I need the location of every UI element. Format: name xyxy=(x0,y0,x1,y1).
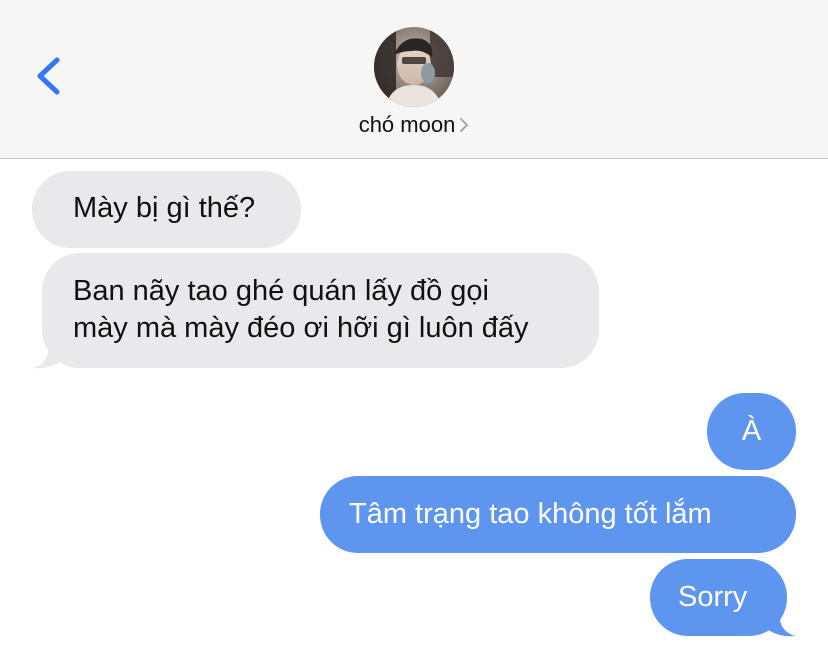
avatar-photo xyxy=(374,27,454,107)
sent-message[interactable]: À xyxy=(707,393,796,470)
chevron-left-icon xyxy=(37,57,60,95)
message-text-line: Ban nãy tao ghé quán lấy đồ gọi xyxy=(73,275,489,307)
message-text: Sorry xyxy=(678,581,748,613)
message-text: À xyxy=(741,415,762,447)
sent-bubble-tail xyxy=(762,598,795,637)
sent-message[interactable]: Tâm trạng tao không tốt lắm xyxy=(320,476,796,553)
chevron-right-icon xyxy=(459,113,469,139)
message-text: Tâm trạng tao không tốt lắm xyxy=(349,498,712,530)
message-text-line: mày mà mày đéo ơi hỡi gì luôn đấy xyxy=(73,312,529,344)
back-button[interactable] xyxy=(30,52,70,100)
chat-screen: chó moon Mày bị gì thế? Ban nãy tao ghé … xyxy=(0,0,828,650)
chat-header: chó moon xyxy=(0,0,828,159)
avatar[interactable] xyxy=(374,27,454,107)
received-bubble-tail xyxy=(33,330,66,369)
contact-name: chó moon xyxy=(358,112,456,137)
received-message[interactable]: Ban nãy tao ghé quán lấy đồ gọi mày mà m… xyxy=(42,253,599,368)
message-text: Mày bị gì thế? xyxy=(73,192,256,224)
received-message[interactable]: Mày bị gì thế? xyxy=(32,171,301,248)
contact-name-button[interactable]: chó moon xyxy=(0,112,828,139)
